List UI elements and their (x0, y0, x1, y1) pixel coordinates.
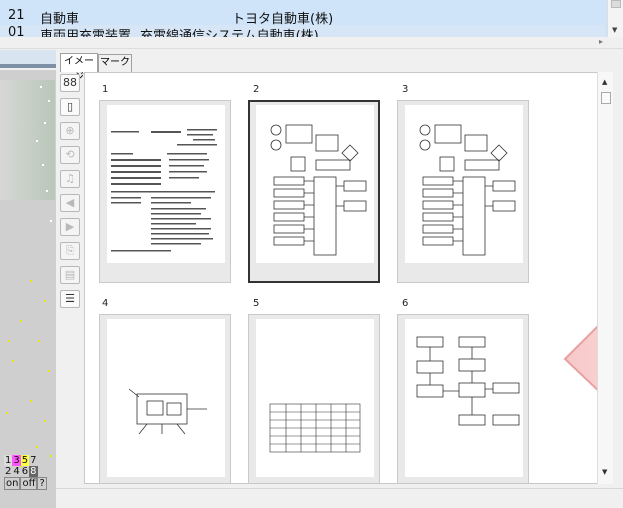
legend-item[interactable]: 6 (21, 466, 29, 477)
page-number: 3 (402, 84, 409, 95)
scroll-up-arrow-icon[interactable]: ▲ (602, 78, 607, 86)
zoom-button[interactable]: ⊕ (60, 122, 80, 140)
page-thumbnail[interactable] (99, 314, 231, 483)
thumbnail-grid[interactable]: 1 2 3 4 5 6 (84, 72, 611, 484)
legend-help-button[interactable]: ? (37, 477, 47, 490)
scroll-thumb[interactable] (611, 0, 621, 8)
map-marker (50, 220, 52, 222)
map-marker (40, 86, 42, 88)
drawing-page (107, 319, 225, 477)
app-window: { "list": { "rows": [ {"num": "", "c1": … (0, 0, 623, 508)
map-marker (38, 340, 40, 342)
tab-image[interactable]: イメージ (60, 53, 98, 83)
overview-map[interactable] (0, 70, 56, 508)
list-row[interactable] (0, 0, 605, 8)
scroll-down-arrow-icon[interactable]: ▼ (602, 468, 607, 476)
map-marker (44, 122, 46, 124)
viewer-scrollbar[interactable]: ▲ ▼ (597, 72, 613, 484)
drawing-page (405, 105, 523, 263)
page-thumbnail[interactable] (248, 314, 380, 483)
map-marker (36, 140, 38, 142)
viewer-toolbar: 88 ▯ ⊕ ⟲ ♫ ◀ ▶ ⎘ ▤ ☰ (60, 72, 80, 352)
list-row[interactable]: 21 自動車 トヨタ自動車(株) (0, 8, 605, 27)
page-number: 5 (253, 298, 260, 309)
map-marker (20, 320, 22, 322)
map-marker (12, 360, 14, 362)
legend-on-button[interactable]: on (4, 477, 21, 490)
page-legend: 1357 2468 on off? (4, 455, 56, 490)
page-number: 4 (102, 298, 109, 309)
legend-off-button[interactable]: off (20, 477, 38, 490)
page-thumbnail[interactable] (99, 100, 231, 283)
table-page (256, 319, 374, 477)
status-bar (56, 488, 623, 508)
map-marker (48, 370, 50, 372)
scroll-down-arrow-icon[interactable]: ▼ (612, 26, 617, 34)
map-marker (44, 420, 46, 422)
page-number: 2 (253, 84, 260, 95)
map-marker (44, 300, 46, 302)
page-thumbnail[interactable] (397, 314, 529, 483)
pan-button[interactable]: ♫ (60, 170, 80, 188)
map-highlight (0, 80, 55, 200)
page-number: 6 (402, 298, 409, 309)
page-thumbnail[interactable] (397, 100, 529, 283)
row-number: 21 (8, 8, 25, 23)
prev-button[interactable]: ◀ (60, 194, 80, 212)
overview-panel: 1357 2468 on off? (0, 50, 56, 508)
map-marker (30, 400, 32, 402)
single-page-button[interactable]: ▯ (60, 98, 80, 116)
next-button[interactable]: ▶ (60, 218, 80, 236)
panel-header-bar (0, 64, 56, 68)
legend-item[interactable]: 8 (29, 466, 38, 477)
list-scrollbar[interactable]: ▼ (607, 0, 623, 37)
horizontal-scrollbar[interactable]: ▸ (0, 37, 623, 49)
grid-view-button[interactable]: 88 (60, 74, 80, 92)
result-list: 21 自動車 トヨタ自動車(株) 01 車両用充電装置 充電線通信システム自動車… (0, 0, 623, 37)
legend-item[interactable]: 2 (4, 466, 12, 477)
scroll-thumb[interactable] (601, 92, 611, 104)
map-marker (36, 446, 38, 448)
outline-button[interactable]: ☰ (60, 290, 80, 308)
rotate-button[interactable]: ⟲ (60, 146, 80, 164)
legend-item[interactable]: 5 (20, 455, 30, 466)
image-viewer-pane: イメージ マーク 88 ▯ ⊕ ⟲ ♫ ◀ ▶ ⎘ ▤ ☰ 1 2 3 4 5 6 (56, 50, 623, 508)
map-marker (30, 280, 32, 282)
map-marker (6, 412, 8, 414)
panel-header (0, 50, 56, 68)
map-marker (8, 340, 10, 342)
document-page (107, 105, 225, 263)
save-button[interactable]: ▤ (60, 266, 80, 284)
legend-item[interactable]: 3 (12, 455, 21, 466)
legend-item[interactable]: 7 (29, 455, 37, 466)
copy-button[interactable]: ⎘ (60, 242, 80, 260)
tab-mark[interactable]: マーク (98, 54, 132, 72)
legend-item[interactable]: 4 (12, 466, 20, 477)
flowchart-page (405, 319, 523, 477)
row-applicant: 充電線通信システム自動車(株) (140, 29, 319, 37)
row-number: 01 (8, 25, 25, 37)
row-title: 車両用充電装置 (40, 29, 132, 37)
drawing-page (256, 105, 374, 263)
map-marker (46, 190, 48, 192)
legend-item[interactable]: 1 (4, 455, 13, 466)
page-thumbnail-selected[interactable] (248, 100, 380, 283)
scroll-right-arrow-icon[interactable]: ▸ (599, 37, 603, 46)
map-marker (48, 100, 50, 102)
map-marker (42, 164, 44, 166)
page-number: 1 (102, 84, 109, 95)
list-row[interactable]: 01 車両用充電装置 充電線通信システム自動車(株) (0, 25, 605, 37)
